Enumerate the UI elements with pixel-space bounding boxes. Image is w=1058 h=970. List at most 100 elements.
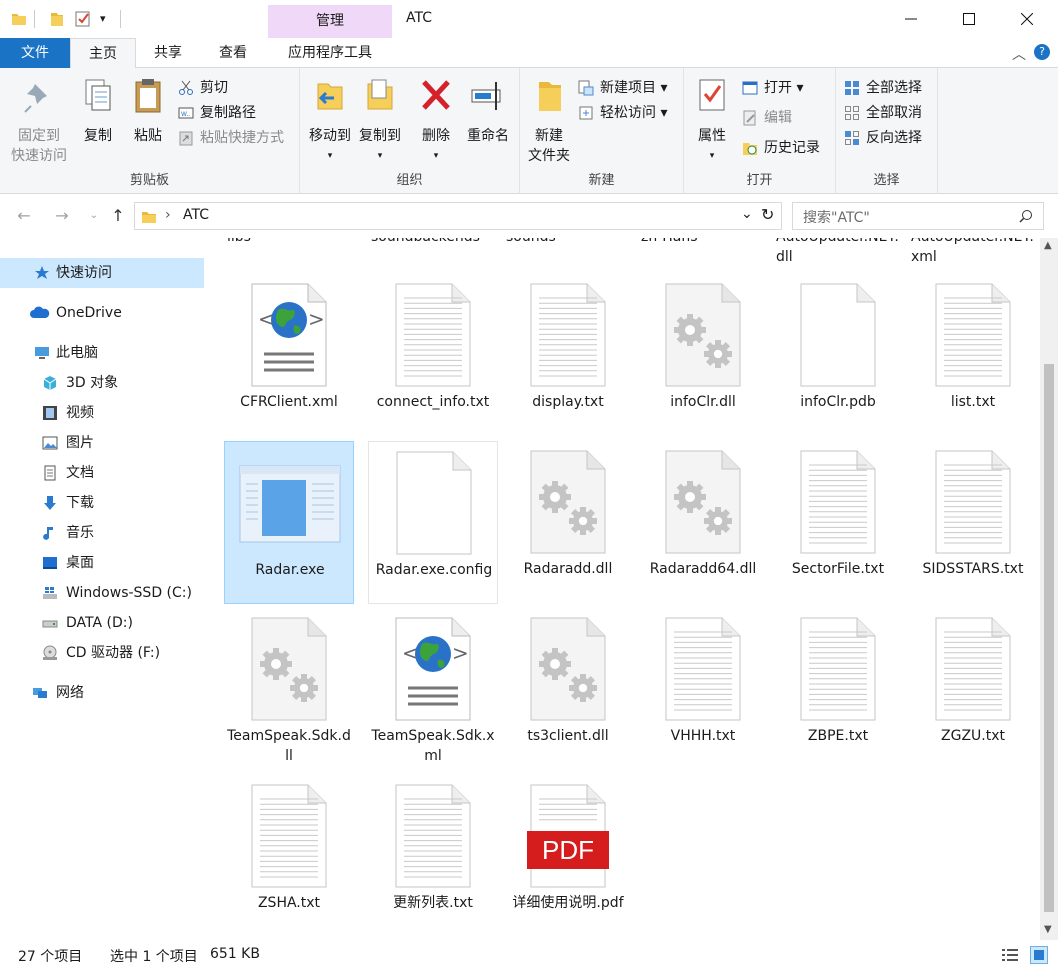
- file-item[interactable]: 更新列表.txt: [368, 775, 498, 938]
- file-item[interactable]: SIDSSTARS.txt: [908, 441, 1038, 604]
- tab-home[interactable]: 主页: [70, 38, 136, 69]
- file-item-partial[interactable]: sounds: [503, 238, 633, 247]
- close-button[interactable]: [998, 0, 1056, 38]
- tab-application-tools[interactable]: 应用程序工具: [272, 38, 388, 68]
- new-item-button[interactable]: 新建项目 ▾: [578, 76, 667, 100]
- file-item-partial[interactable]: AutoUpdater.NET.xml: [908, 238, 1038, 267]
- open-button[interactable]: 打开 ▾: [742, 76, 803, 100]
- large-icons-view-icon[interactable]: [1030, 946, 1048, 964]
- file-item[interactable]: Radar.exe: [224, 441, 354, 604]
- file-item[interactable]: ZSHA.txt: [224, 775, 354, 938]
- paste-shortcut-button[interactable]: 粘贴快捷方式: [178, 126, 284, 150]
- file-item[interactable]: TeamSpeak.Sdk.dll: [224, 608, 354, 771]
- scroll-down-icon[interactable]: ▼: [1044, 924, 1052, 935]
- tab-view[interactable]: 查看: [205, 38, 261, 68]
- scroll-up-icon[interactable]: ▲: [1044, 240, 1052, 251]
- nav-item-documents[interactable]: 文档: [0, 458, 204, 488]
- vertical-scrollbar[interactable]: ▲ ▼: [1040, 238, 1058, 940]
- easy-access-button[interactable]: 轻松访问 ▾: [578, 101, 667, 125]
- address-dropdown-icon[interactable]: ⌄: [741, 206, 753, 222]
- nav-item-videos[interactable]: 视频: [0, 398, 204, 428]
- move-to-button[interactable]: 移动到 ▾: [306, 76, 354, 166]
- history-button[interactable]: 历史记录: [742, 136, 820, 160]
- download-arrow-icon: [44, 496, 56, 510]
- search-icon[interactable]: [1019, 209, 1033, 223]
- copy-to-button[interactable]: 复制到 ▾: [356, 76, 404, 166]
- file-item[interactable]: VHHH.txt: [638, 608, 768, 771]
- up-button[interactable]: ↑: [106, 204, 130, 228]
- nav-item-onedrive[interactable]: OneDrive: [0, 298, 204, 328]
- quick-folder-icon[interactable]: [48, 10, 66, 28]
- paste-button[interactable]: 粘贴: [126, 76, 170, 146]
- nav-item-music[interactable]: 音乐: [0, 518, 204, 548]
- file-item[interactable]: ts3client.dll: [503, 608, 633, 771]
- breadcrumb-current[interactable]: ATC: [183, 207, 209, 223]
- file-item[interactable]: PDF 详细使用说明.pdf: [503, 775, 633, 938]
- copy-button[interactable]: 复制: [76, 76, 120, 146]
- nav-item-this-pc[interactable]: 此电脑: [0, 338, 204, 368]
- file-item[interactable]: list.txt: [908, 274, 1038, 437]
- file-item-partial[interactable]: libs: [224, 238, 354, 247]
- new-folder-button[interactable]: 新建 文件夹: [524, 76, 574, 166]
- nav-item-downloads[interactable]: 下载: [0, 488, 204, 518]
- cut-button[interactable]: 剪切: [178, 76, 228, 100]
- back-button[interactable]: ←: [12, 204, 36, 228]
- nav-item-pictures[interactable]: 图片: [0, 428, 204, 458]
- properties-quick-icon[interactable]: [74, 10, 92, 28]
- file-item[interactable]: SectorFile.txt: [773, 441, 903, 604]
- copy-to-icon: [367, 79, 393, 110]
- open-group: 属性 ▾ 打开 ▾ 编辑 历史记录 打开: [684, 68, 836, 194]
- customize-quick-access-icon[interactable]: ▾: [100, 12, 106, 25]
- file-item[interactable]: < > CFRClient.xml: [224, 274, 354, 437]
- dll-gear-icon: [662, 449, 744, 555]
- file-item-partial[interactable]: AutoUpdater.NET.dll: [773, 238, 903, 267]
- nav-item-3d-objects[interactable]: 3D 对象: [0, 368, 204, 398]
- details-view-icon[interactable]: [1002, 948, 1018, 962]
- nav-item-desktop[interactable]: 桌面: [0, 548, 204, 578]
- select-all-button[interactable]: 全部选择: [844, 76, 922, 100]
- file-item[interactable]: Radar.exe.config: [368, 441, 498, 604]
- copy-path-button[interactable]: W.. 复制路径: [178, 101, 256, 125]
- address-bar[interactable]: › ATC ⌄ ↻: [134, 202, 782, 230]
- scrollbar-thumb[interactable]: [1044, 364, 1054, 912]
- file-item[interactable]: < > TeamSpeak.Sdk.xml: [368, 608, 498, 771]
- delete-button[interactable]: 删除 ▾: [416, 76, 456, 166]
- pin-quick-access-button[interactable]: 固定到 快速访问: [6, 76, 72, 166]
- minimize-button[interactable]: [882, 0, 940, 38]
- tab-share[interactable]: 共享: [140, 38, 196, 68]
- search-box[interactable]: 搜索"ATC": [792, 202, 1044, 230]
- rename-button[interactable]: 重命名: [462, 76, 514, 146]
- file-name: SectorFile.txt: [791, 561, 885, 577]
- nav-item-network[interactable]: 网络: [0, 678, 204, 708]
- file-item[interactable]: Radaradd64.dll: [638, 441, 768, 604]
- nav-item-drive-d[interactable]: DATA (D:): [0, 608, 204, 638]
- file-item[interactable]: Radaradd.dll: [503, 441, 633, 604]
- edit-button[interactable]: 编辑: [742, 106, 792, 130]
- file-item-partial[interactable]: soundbackends: [368, 238, 498, 247]
- collapse-ribbon-icon[interactable]: ︿: [1012, 44, 1026, 64]
- file-name: Radaradd.dll: [523, 561, 613, 577]
- file-item[interactable]: ZGZU.txt: [908, 608, 1038, 771]
- select-none-button[interactable]: 全部取消: [844, 101, 922, 125]
- desktop-icon: [43, 557, 57, 569]
- nav-item-drive-f[interactable]: CD 驱动器 (F:): [0, 638, 204, 668]
- manage-context-tab[interactable]: 管理: [268, 5, 392, 38]
- file-item[interactable]: ZBPE.txt: [773, 608, 903, 771]
- nav-item-drive-c[interactable]: Windows-SSD (C:): [0, 578, 204, 608]
- help-icon[interactable]: ?: [1034, 44, 1050, 60]
- nav-item-quick-access[interactable]: 快速访问: [0, 258, 204, 288]
- file-item[interactable]: connect_info.txt: [368, 274, 498, 437]
- file-item[interactable]: infoClr.dll: [638, 274, 768, 437]
- invert-selection-button[interactable]: 反向选择: [844, 126, 922, 150]
- tab-file[interactable]: 文件: [0, 38, 70, 68]
- file-item[interactable]: infoClr.pdb: [773, 274, 903, 437]
- recent-locations-button[interactable]: ⌄: [82, 204, 106, 228]
- properties-button[interactable]: 属性 ▾: [690, 76, 734, 166]
- forward-button[interactable]: →: [50, 204, 74, 228]
- file-item[interactable]: display.txt: [503, 274, 633, 437]
- file-item-partial[interactable]: zh-Hans: [638, 238, 768, 247]
- refresh-icon[interactable]: ↻: [761, 205, 774, 224]
- file-name: 详细使用说明.pdf: [512, 895, 624, 911]
- maximize-button[interactable]: [940, 0, 998, 38]
- pin-icon: [24, 84, 47, 113]
